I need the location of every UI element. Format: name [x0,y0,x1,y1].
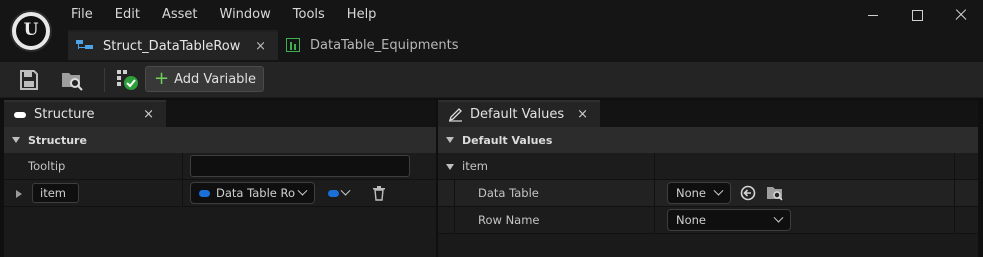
delete-trash-icon[interactable] [372,186,386,201]
minimize-icon[interactable] [851,0,895,30]
column-divider [182,153,183,180]
window-controls [851,0,983,30]
add-icon: + [154,68,170,89]
tooltip-row: Tooltip [4,153,436,180]
container-type-dropdown[interactable] [328,184,360,202]
panel-empty-area [4,234,436,257]
close-panel-icon[interactable]: × [577,107,588,122]
tab-label: DataTable_Equipments [310,37,459,53]
chevron-down-icon [713,185,724,196]
section-title: Structure [28,133,87,147]
column-divider [954,180,955,207]
add-variable-button[interactable]: + Add Variable [145,66,264,92]
structure-section-header[interactable]: Structure [4,127,436,153]
type-pill-icon [199,189,210,197]
structure-panel: Structure × Structure Tooltip item Data … [4,100,436,257]
row-name-value: None [676,213,707,227]
structure-panel-tabbar: Structure × [4,100,436,127]
data-table-value: None [676,186,707,200]
row-name-label: Row Name [478,213,540,227]
tab-default-values[interactable]: Default Values × [438,100,600,127]
use-selected-asset-icon[interactable] [740,185,756,201]
chevron-down-icon [773,212,784,223]
browse-folder-icon[interactable] [60,68,84,92]
menu-window[interactable]: Window [209,0,282,30]
data-table-label: Data Table [478,186,539,200]
maximize-icon[interactable] [895,0,939,30]
struct-tab-icon [14,111,26,118]
datatable-icon [286,38,300,52]
menu-bar: File Edit Asset Window Tools Help [60,0,387,30]
collapse-arrow-icon [446,137,454,143]
data-table-row: Data Table None [438,180,978,207]
variable-row: item Data Table Ro [4,180,436,207]
edit-pencil-icon [448,107,462,122]
tooltip-label: Tooltip [28,159,66,173]
default-values-section-header[interactable]: Default Values [438,127,978,153]
row-name-row: Row Name None [438,207,978,234]
menu-file[interactable]: File [60,0,104,30]
struct-icon [76,39,94,53]
indent-divider [454,207,455,234]
tab-datatable-equipments[interactable]: DataTable_Equipments [278,30,467,60]
compile-check-icon[interactable] [116,68,140,92]
container-pill-icon [328,189,339,197]
column-divider [954,153,955,180]
close-window-icon[interactable] [939,0,983,30]
tab-default-values-label: Default Values [470,107,565,122]
collapse-arrow-icon [446,164,454,170]
tab-structure-label: Structure [34,107,95,122]
tab-label: Struct_DataTableRow [103,38,241,54]
document-tabs: Struct_DataTableRow × DataTable_Equipmen… [68,30,467,62]
column-divider [654,207,655,234]
expand-arrow-icon[interactable] [16,190,22,198]
collapse-arrow-icon [12,137,20,143]
column-divider [182,180,183,207]
section-title: Default Values [462,133,553,147]
close-panel-icon[interactable]: × [143,107,154,122]
chevron-down-icon [297,185,308,196]
indent-divider [454,180,455,207]
close-tab-icon[interactable]: × [255,39,270,54]
variable-type-label: Data Table Ro [216,186,296,200]
menu-asset[interactable]: Asset [151,0,209,30]
toolbar-divider [104,68,105,92]
browse-asset-icon[interactable] [766,185,784,201]
menu-tools[interactable]: Tools [282,0,336,30]
save-icon[interactable] [17,68,41,92]
data-table-dropdown[interactable]: None [667,182,731,204]
add-variable-label: Add Variable [174,71,257,87]
row-name-dropdown[interactable]: None [667,209,791,231]
menu-help[interactable]: Help [336,0,388,30]
chevron-down-icon [340,185,351,196]
tab-struct-datatablerow[interactable]: Struct_DataTableRow × [68,30,278,60]
tooltip-input[interactable] [190,155,410,177]
menu-edit[interactable]: Edit [104,0,151,30]
tab-structure[interactable]: Structure × [4,100,166,127]
variable-name-input[interactable]: item [32,183,79,203]
toolbar: + Add Variable [0,62,983,98]
item-group-row[interactable]: item [438,153,978,180]
variable-type-dropdown[interactable]: Data Table Ro [190,182,315,204]
item-group-label: item [462,159,488,173]
unreal-logo-icon[interactable]: U [10,10,52,52]
title-bar: U File Edit Asset Window Tools Help Stru… [0,0,983,62]
column-divider [954,207,955,234]
default-values-tabbar: Default Values × [438,100,978,127]
default-values-panel: Default Values × Default Values item Dat… [438,100,978,257]
column-divider [654,180,655,207]
column-divider [654,153,655,180]
